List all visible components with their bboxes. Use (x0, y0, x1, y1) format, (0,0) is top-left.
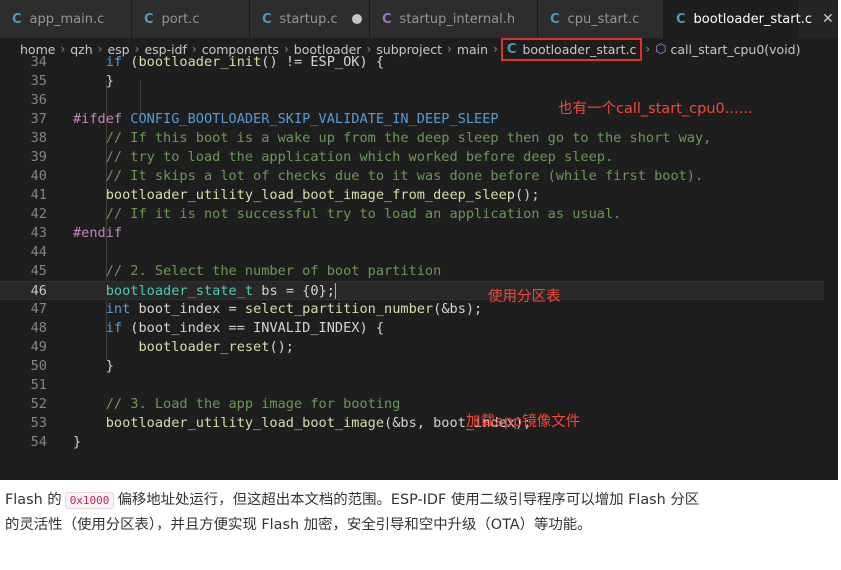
code-editor[interactable]: Capp_main.c Cport.c Cstartup.c Cstartup_int… (0, 0, 838, 480)
line-number: 42 (30, 206, 47, 222)
tab-port-c[interactable]: Cport.c (132, 0, 250, 38)
code-line[interactable]: 54} (0, 433, 838, 452)
line-number: 45 (30, 263, 47, 279)
annotation-load-image: 加载app镜像文件 (466, 414, 581, 430)
code-line[interactable]: 40 // It skips a lot of checks due to it… (0, 167, 838, 186)
code-text: bootloader_state_t bs = {0}; (105, 283, 336, 299)
text-cursor (334, 283, 336, 299)
tab-startup-c[interactable]: Cstartup.c (250, 0, 370, 38)
code-line[interactable]: 49 bootloader_reset(); (0, 338, 838, 357)
code-text: if (bootloader_init() != ESP_OK) { (105, 54, 385, 70)
line-number: 41 (30, 187, 47, 203)
c-file-icon: C (550, 11, 560, 27)
code-text: // If this boot is a wake up from the de… (73, 130, 712, 146)
line-number: 48 (30, 320, 47, 336)
line-number: 40 (30, 168, 47, 184)
annotation-call-start: 也有一个call_start_cpu0...... (558, 101, 753, 117)
code-line[interactable]: 43 #endif (0, 224, 838, 243)
line-number: 34 (30, 54, 47, 70)
code-text: // try to load the application which wor… (73, 149, 614, 165)
code-line[interactable]: 46 bootloader_state_t bs = {0}; (0, 281, 838, 300)
tab-startup-internal-h[interactable]: Cstartup_internal.h (370, 0, 538, 38)
annotation-partition-table: 使用分区表 (488, 289, 561, 305)
code-text: // It skips a lot of checks due to it wa… (73, 168, 704, 184)
line-number: 46 (30, 283, 47, 299)
code-line[interactable]: 38 // If this boot is a wake up from the… (0, 129, 838, 148)
code-text: // If it is not successful try to load a… (73, 206, 622, 222)
line-number: 51 (30, 377, 47, 393)
unsaved-dot-icon[interactable] (351, 14, 362, 24)
editor-tab-bar: Capp_main.c Cport.c Cstartup.c Cstartup_int… (0, 0, 838, 38)
code-text: } (73, 434, 82, 450)
doc-paragraph: Flash 的 0x1000 偏移地址处运行，但这超出本文档的范围。ESP-IDF … (5, 488, 705, 538)
code-text: if (boot_index == INVALID_INDEX) { (105, 320, 385, 336)
tab-label: cpu_start.c (567, 11, 640, 27)
line-number: 35 (30, 73, 47, 89)
tab-label: startup_internal.h (399, 11, 516, 27)
tab-cpu-start-c[interactable]: Ccpu_start.c (538, 0, 664, 38)
tab-label: port.c (161, 11, 200, 27)
line-number: 37 (30, 111, 47, 127)
c-file-icon: C (144, 11, 154, 27)
line-number: 39 (30, 149, 47, 165)
tab-label: startup.c (279, 11, 338, 27)
code-line[interactable]: 52 // 3. Load the app image for booting (0, 395, 838, 414)
code-line[interactable]: 50 } (0, 357, 838, 376)
code-line[interactable]: 41 bootloader_utility_load_boot_image_fr… (0, 186, 838, 205)
code-text: bootloader_utility_load_boot_image_from_… (105, 187, 540, 203)
vertical-scrollbar[interactable] (824, 60, 838, 480)
code-text: #ifdef CONFIG_BOOTLOADER_SKIP_VALIDATE_I… (73, 111, 499, 127)
c-file-icon: C (676, 11, 686, 27)
code-line[interactable]: 34 if (bootloader_init() != ESP_OK) { (0, 53, 838, 72)
code-line[interactable]: 45 // 2. Select the number of boot parti… (0, 262, 838, 281)
tab-bootloader-start-c[interactable]: Cbootloader_start.c ✕ (664, 0, 834, 38)
code-line[interactable]: 35 } (0, 72, 838, 91)
code-text: } (73, 358, 114, 374)
code-text: int boot_index = select_partition_number… (105, 301, 483, 317)
line-number: 52 (30, 396, 47, 412)
code-line[interactable]: 47 int boot_index = select_partition_num… (0, 300, 838, 319)
tab-label: bootloader_start.c (693, 11, 812, 27)
tab-label: app_main.c (29, 11, 105, 27)
line-number: 49 (30, 339, 47, 355)
code-text: // 2. Select the number of boot partitio… (73, 263, 442, 279)
line-number: 54 (30, 434, 47, 450)
code-text: bootloader_reset(); (138, 339, 294, 355)
inline-code: 0x1000 (64, 492, 115, 509)
code-line[interactable]: 53 bootloader_utility_load_boot_image(&b… (0, 414, 838, 433)
line-number: 47 (30, 301, 47, 317)
line-number: 50 (30, 358, 47, 374)
code-line[interactable]: 39 // try to load the application which … (0, 148, 838, 167)
code-text: bootloader_utility_load_boot_image(&bs, … (105, 415, 532, 431)
c-file-icon: C (262, 11, 272, 27)
tab-app-main-c[interactable]: Capp_main.c (0, 0, 132, 38)
code-line[interactable]: 42 // If it is not successful try to loa… (0, 205, 838, 224)
line-number: 44 (30, 244, 47, 260)
line-number: 53 (30, 415, 47, 431)
line-number: 36 (30, 92, 47, 108)
line-number: 43 (30, 225, 47, 241)
c-file-icon: C (12, 11, 22, 27)
code-line[interactable]: 44 (0, 243, 838, 262)
code-area[interactable]: 34 if (bootloader_init() != ESP_OK) {35 … (0, 54, 838, 480)
doc-text-pre: Flash 的 (5, 492, 62, 508)
line-number: 38 (30, 130, 47, 146)
code-text: } (73, 73, 114, 89)
code-text: // 3. Load the app image for booting (73, 396, 401, 412)
code-line[interactable]: 51 (0, 376, 838, 395)
code-line[interactable]: 48 if (boot_index == INVALID_INDEX) { (0, 319, 838, 338)
code-text: #endif (73, 225, 123, 241)
c-header-file-icon: C (382, 11, 392, 27)
close-icon[interactable]: ✕ (822, 11, 834, 27)
